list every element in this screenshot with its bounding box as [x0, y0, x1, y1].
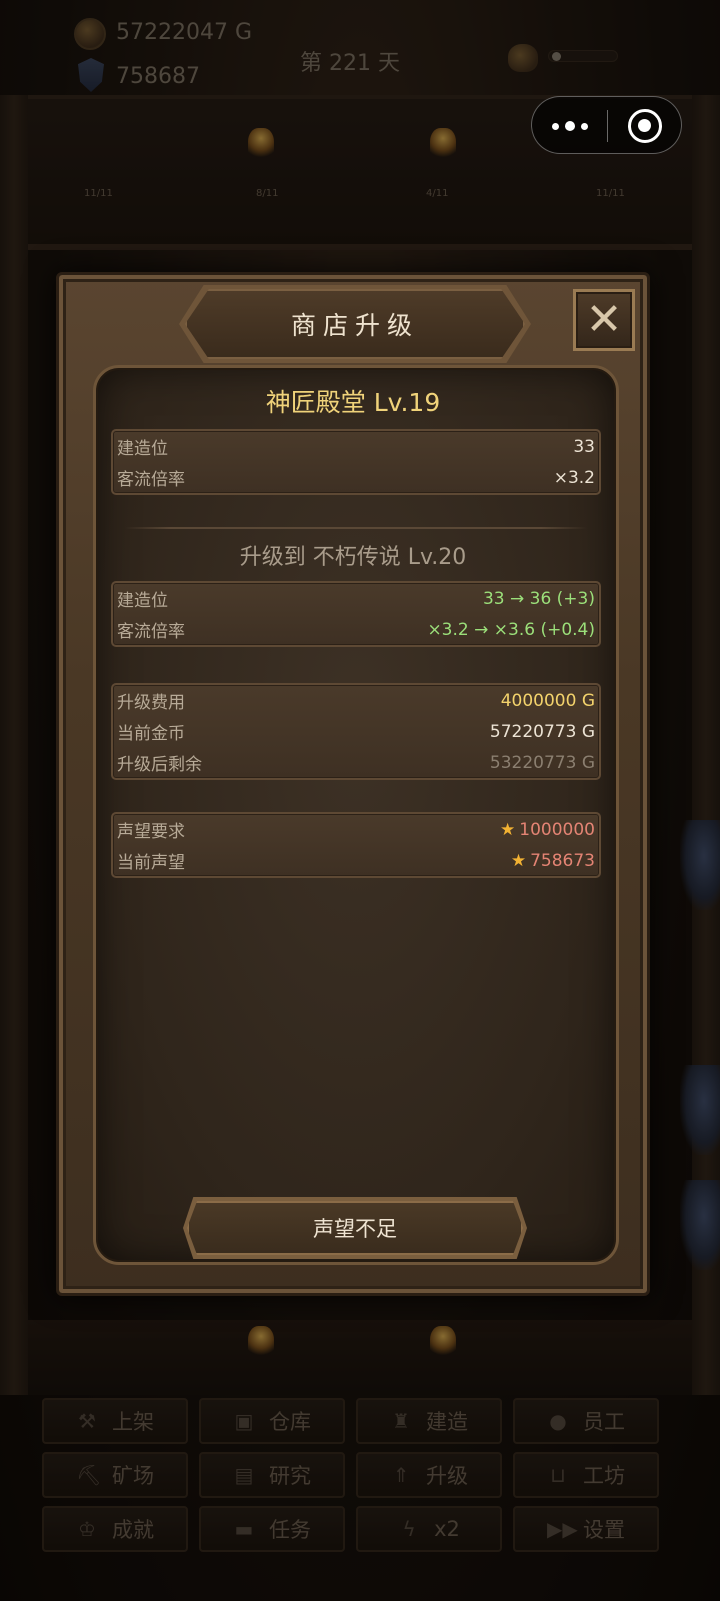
current-stats-panel: 建造位 33 客流倍率 ×3.2 [111, 429, 601, 495]
cost-label: 当前金币 [117, 724, 185, 744]
cost-row: 升级费用 4000000 G [117, 685, 595, 716]
cost-label: 升级费用 [117, 693, 185, 713]
more-icon[interactable] [552, 116, 588, 136]
reputation-row: 声望要求 ★ 1000000 [117, 814, 595, 845]
cost-row: 升级后剩余 53220773 G [117, 747, 595, 778]
upgrade-cost-value: 4000000 G [500, 690, 595, 711]
upgrade-target: 升级到 不朽传说 Lv.20 [239, 545, 467, 570]
close-mini-program-icon[interactable] [628, 109, 662, 143]
required-reputation-value: 1000000 [519, 819, 595, 840]
cost-panel: 升级费用 4000000 G 当前金币 57220773 G 升级后剩余 532… [111, 683, 601, 780]
divider [125, 527, 587, 529]
star-icon: ★ [500, 819, 516, 840]
shop-upgrade-dialog: 商店升级 ✕ 神匠殿堂 Lv.19 建造位 33 客流倍率 ×3.2 升级到 不… [56, 272, 650, 1296]
cost-row: 当前金币 57220773 G [117, 716, 595, 747]
stat-row: 客流倍率 ×3.2 [117, 462, 595, 493]
stat-value: 33 [573, 436, 595, 457]
close-button[interactable]: ✕ [573, 289, 635, 351]
current-gold-value: 57220773 G [489, 721, 595, 742]
change-label: 客流倍率 [117, 622, 185, 642]
dialog-title-plate: 商店升级 [185, 289, 525, 359]
remaining-gold-value: 53220773 G [489, 752, 595, 773]
capsule-divider [607, 110, 608, 142]
reputation-label: 当前声望 [117, 853, 185, 873]
mini-program-capsule [531, 96, 682, 154]
stat-label: 客流倍率 [117, 470, 185, 490]
reputation-panel: 声望要求 ★ 1000000 当前声望 ★ 758673 [111, 812, 601, 878]
current-reputation-value: 758673 [530, 850, 595, 871]
star-icon: ★ [510, 850, 527, 871]
dialog-title: 商店升级 [290, 311, 419, 340]
stat-row: 建造位 33 [117, 431, 595, 462]
change-value: ×3.2 → ×3.6 (+0.4) [427, 619, 595, 640]
change-row: 客流倍率 ×3.2 → ×3.6 (+0.4) [117, 614, 595, 645]
stat-label: 建造位 [117, 439, 168, 459]
cost-label: 升级后剩余 [117, 755, 202, 775]
stat-value: ×3.2 [553, 467, 595, 488]
change-label: 建造位 [117, 591, 168, 611]
upgrade-button[interactable]: 声望不足 [187, 1201, 523, 1255]
reputation-label: 声望要求 [117, 822, 185, 842]
reputation-row: 当前声望 ★ 758673 [117, 845, 595, 876]
upgrade-changes-panel: 建造位 33 → 36 (+3) 客流倍率 ×3.2 → ×3.6 (+0.4) [111, 581, 601, 647]
change-value: 33 → 36 (+3) [482, 588, 595, 609]
change-row: 建造位 33 → 36 (+3) [117, 583, 595, 614]
current-shop-name: 神匠殿堂 Lv.19 [265, 388, 441, 417]
